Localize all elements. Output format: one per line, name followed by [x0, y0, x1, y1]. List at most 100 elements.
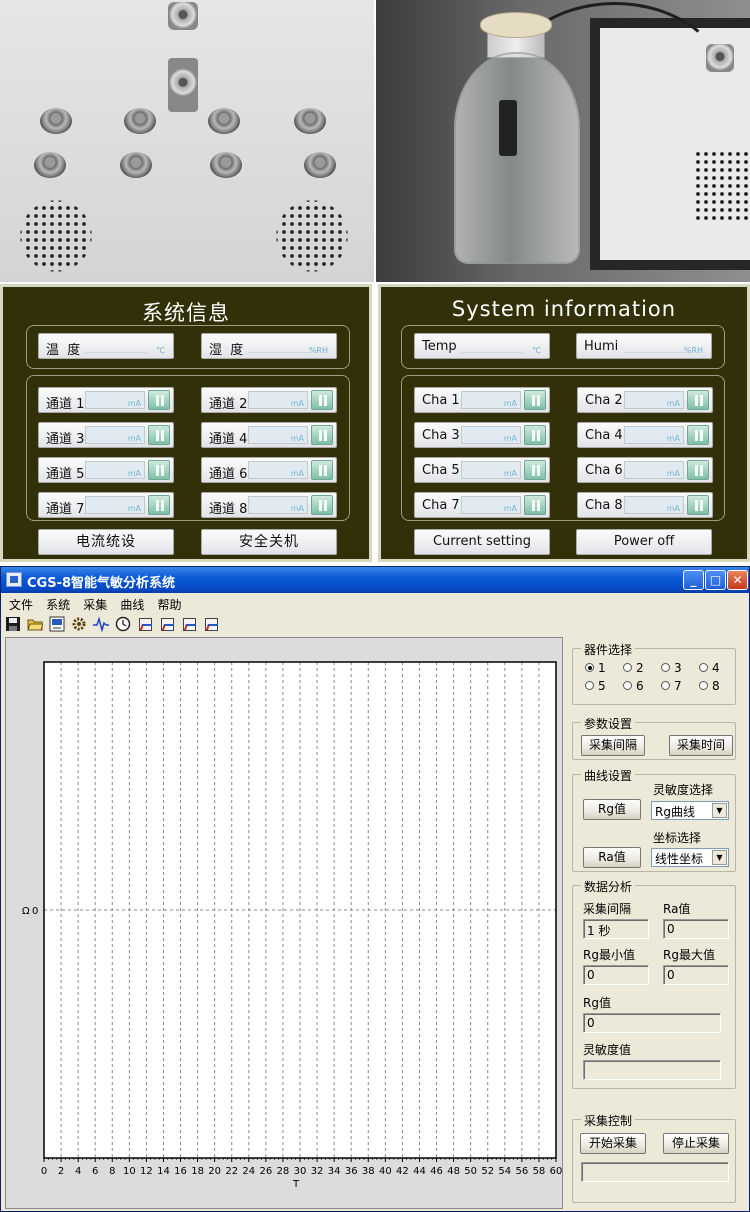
- channel-unit: mA: [666, 399, 680, 408]
- channel-8-field: Cha 8 mA: [577, 492, 713, 518]
- channel-switch-icon[interactable]: [524, 425, 546, 445]
- interval-label: 采集间隔: [583, 902, 632, 916]
- device-radio-label: 1: [598, 661, 606, 675]
- x-tick-label: 40: [379, 1166, 392, 1177]
- channel-switch-icon[interactable]: [311, 425, 333, 445]
- channel-switch-icon[interactable]: [687, 425, 709, 445]
- device-radio-2[interactable]: 2: [623, 661, 644, 675]
- current-setting-button[interactable]: 电流统设: [38, 529, 174, 555]
- channel-switch-icon[interactable]: [148, 390, 170, 410]
- channel-switch-icon[interactable]: [524, 495, 546, 515]
- x-tick-label: 34: [328, 1166, 341, 1177]
- maximize-button[interactable]: □: [705, 570, 726, 590]
- clock-icon[interactable]: [115, 616, 131, 632]
- save-icon[interactable]: [5, 616, 21, 632]
- channel-3-field: Cha 3 mA: [414, 422, 550, 448]
- dropdown-arrow-icon[interactable]: ▼: [712, 803, 727, 818]
- device-radio-4[interactable]: 4: [699, 661, 720, 675]
- minimize-button[interactable]: _: [683, 570, 704, 590]
- ra-value-button[interactable]: Ra值: [583, 847, 641, 868]
- chart2-icon[interactable]: [159, 616, 175, 632]
- channel-switch-icon[interactable]: [687, 495, 709, 515]
- chart4-icon[interactable]: [203, 616, 219, 632]
- export-icon[interactable]: [49, 616, 65, 632]
- settings-icon[interactable]: [71, 616, 87, 632]
- channel-unit: mA: [666, 434, 680, 443]
- rg-value-button[interactable]: Rg值: [583, 799, 641, 820]
- gas-outlet-fitting: [168, 58, 198, 112]
- channel-switch-icon[interactable]: [687, 460, 709, 480]
- channel-unit: mA: [666, 504, 680, 513]
- device-radio-label: 5: [598, 679, 606, 693]
- chart1-icon[interactable]: [137, 616, 153, 632]
- menu-curve[interactable]: 曲线: [116, 594, 148, 615]
- window-title: CGS-8智能气敏分析系统: [27, 576, 176, 591]
- x-tick-label: 46: [430, 1166, 443, 1177]
- gas-sensor: [124, 108, 156, 134]
- channel-unit: mA: [503, 504, 517, 513]
- channel-switch-icon[interactable]: [148, 460, 170, 480]
- params-legend: 参数设置: [581, 715, 636, 732]
- x-tick-label: 10: [123, 1166, 136, 1177]
- x-tick-label: 26: [259, 1166, 272, 1177]
- device-radio-label: 4: [712, 661, 720, 675]
- radio-circle-icon: [699, 663, 708, 672]
- channel-unit: mA: [290, 469, 304, 478]
- rg-max-label: Rg最大值: [663, 948, 715, 962]
- menu-system[interactable]: 系统: [42, 594, 74, 615]
- channel-switch-icon[interactable]: [311, 495, 333, 515]
- power-off-button[interactable]: 安全关机: [201, 529, 337, 555]
- device-radio-label: 3: [674, 661, 682, 675]
- open-icon[interactable]: [27, 616, 44, 632]
- acquisition-status: [581, 1162, 729, 1182]
- channel-label: Cha 6: [585, 463, 623, 478]
- device-radio-5[interactable]: 5: [585, 679, 606, 693]
- device-radio-label: 6: [636, 679, 644, 693]
- x-tick-label: 44: [413, 1166, 426, 1177]
- humi-unit: %RH: [683, 346, 703, 355]
- bottle-cork: [480, 12, 552, 38]
- menu-help[interactable]: 帮助: [153, 594, 185, 615]
- channel-switch-icon[interactable]: [524, 460, 546, 480]
- temp-unit: ℃: [532, 346, 541, 355]
- close-button[interactable]: ✕: [727, 570, 748, 590]
- params-group: 参数设置 采集间隔 采集时间: [572, 715, 736, 760]
- waveform-icon[interactable]: [93, 616, 109, 633]
- menu-acquire[interactable]: 采集: [79, 594, 111, 615]
- channel-switch-icon[interactable]: [524, 390, 546, 410]
- channel-label: Cha 8: [585, 498, 623, 513]
- channel-switch-icon[interactable]: [148, 425, 170, 445]
- chart3-icon[interactable]: [181, 616, 197, 632]
- channel-current-value: mA: [248, 426, 308, 444]
- menu-file[interactable]: 文件: [5, 594, 37, 615]
- x-tick-label: 14: [157, 1166, 170, 1177]
- device-radio-8[interactable]: 8: [699, 679, 720, 693]
- channel-switch-icon[interactable]: [148, 495, 170, 515]
- title-bar[interactable]: CGS-8智能气敏分析系统 _ □ ✕: [1, 567, 749, 593]
- test-bottle-photo: [376, 0, 750, 282]
- channel-switch-icon[interactable]: [687, 390, 709, 410]
- channel-label: Cha 4: [585, 428, 623, 443]
- dropdown-arrow-icon[interactable]: ▼: [712, 850, 727, 865]
- stop-acquisition-button[interactable]: 停止采集: [663, 1133, 729, 1154]
- sensitivity-combo[interactable]: Rg曲线 ▼: [651, 801, 729, 820]
- x-tick-label: 24: [242, 1166, 255, 1177]
- duration-button[interactable]: 采集时间: [669, 735, 733, 756]
- power-off-button[interactable]: Power off: [576, 529, 712, 555]
- device-radio-6[interactable]: 6: [623, 679, 644, 693]
- coord-combo[interactable]: 线性坐标 ▼: [651, 848, 729, 867]
- current-setting-button[interactable]: Current setting: [414, 529, 550, 555]
- start-acquisition-button[interactable]: 开始采集: [580, 1133, 646, 1154]
- channel-switch-icon[interactable]: [311, 390, 333, 410]
- acquisition-legend: 采集控制: [581, 1112, 636, 1129]
- device-radio-7[interactable]: 7: [661, 679, 682, 693]
- y-axis-label: Ω: [22, 906, 30, 917]
- device-radio-3[interactable]: 3: [661, 661, 682, 675]
- resistance-time-chart: 0 2 4 6 8 10 12 14 16 18 20 22 24 26 28 30 32 34 36 38 40 42 4…: [22, 661, 562, 1190]
- channel-label: Cha 5: [422, 463, 460, 478]
- device-radio-1[interactable]: 1: [585, 661, 606, 675]
- x-tick-label: 32: [311, 1166, 324, 1177]
- interval-button[interactable]: 采集间隔: [581, 735, 645, 756]
- channel-switch-icon[interactable]: [311, 460, 333, 480]
- channel-8-field: 通道 8 mA: [201, 492, 337, 518]
